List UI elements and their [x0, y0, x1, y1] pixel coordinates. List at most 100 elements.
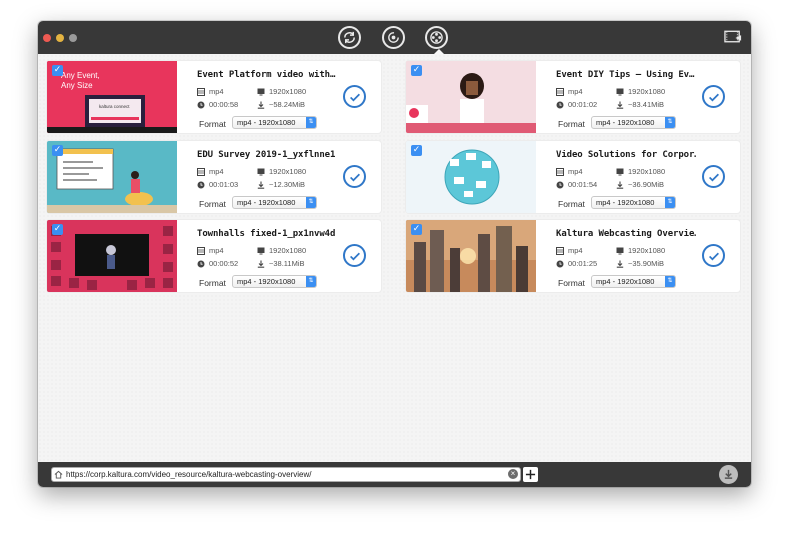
select-arrows-icon: ⇅ [306, 197, 316, 208]
video-card[interactable]: ✓ EDU Survey 2019-1_yxflnne1 mp4 1920x1080 0… [47, 141, 381, 213]
video-duration: 00:00:58 [209, 100, 239, 109]
video-duration: 00:01:02 [568, 100, 598, 109]
format-select[interactable]: mp4 - 1920x1080 ⇅ [232, 275, 317, 288]
format-select-value: mp4 - 1920x1080 [596, 277, 655, 286]
done-check-button[interactable] [343, 165, 366, 188]
format-meta: mp4 [197, 246, 224, 255]
select-checkbox[interactable]: ✓ [52, 145, 63, 156]
video-card[interactable]: ✓ Kaltura Webcasting Overvie… mp4 1920x1080… [406, 220, 740, 292]
size-meta: ~58.24MiB [257, 100, 305, 109]
video-resolution: 1920x1080 [628, 246, 666, 255]
video-title: Kaltura Webcasting Overvie… [556, 229, 696, 239]
done-check-button[interactable] [702, 85, 725, 108]
resolution-meta: 1920x1080 [257, 167, 306, 176]
app-window: Any Event, Any Size kaltura connect ✓ Event … [38, 21, 751, 487]
video-duration: 00:01:54 [568, 180, 598, 189]
checkmark-icon [708, 173, 719, 181]
video-resolution: 1920x1080 [628, 167, 666, 176]
video-card[interactable]: Any Event, Any Size kaltura connect ✓ Event … [47, 61, 381, 133]
format-label: Format [199, 199, 226, 209]
download-size-icon [616, 101, 624, 109]
format-meta: mp4 [556, 167, 583, 176]
thumb-brand: kaltura connect [99, 104, 130, 109]
download-button[interactable] [719, 465, 738, 484]
file-format-icon [556, 167, 564, 176]
url-input[interactable]: https://corp.kaltura.com/video_resource/… [51, 467, 521, 482]
select-checkbox[interactable]: ✓ [52, 224, 63, 235]
select-arrows-icon: ⇅ [665, 276, 675, 287]
format-meta: mp4 [197, 167, 224, 176]
download-size-icon [257, 260, 265, 268]
select-arrows-icon: ⇅ [665, 117, 675, 128]
file-format-icon [197, 167, 205, 176]
video-duration: 00:01:25 [568, 259, 598, 268]
file-format-icon [197, 87, 205, 96]
format-select-value: mp4 - 1920x1080 [237, 118, 296, 127]
size-meta: ~36.90MiB [616, 180, 664, 189]
file-format-icon [556, 246, 564, 255]
video-size: ~58.24MiB [269, 100, 306, 109]
format-select[interactable]: mp4 - 1920x1080 ⇅ [591, 116, 676, 129]
monitor-icon [257, 168, 265, 175]
video-thumbnail [47, 220, 177, 292]
checkmark-icon [349, 173, 360, 181]
format-meta: mp4 [556, 246, 583, 255]
download-size-icon [257, 181, 265, 189]
update-tool-button[interactable] [382, 26, 405, 49]
video-card[interactable]: ✓ Event DIY Tips – Using Ev… mp4 1920x1080 0… [406, 61, 740, 133]
resolution-meta: 1920x1080 [616, 167, 665, 176]
clock-icon [556, 260, 564, 267]
duration-meta: 00:01:25 [556, 259, 597, 268]
select-checkbox[interactable]: ✓ [52, 65, 63, 76]
video-size: ~35.90MiB [628, 259, 665, 268]
done-check-button[interactable] [343, 244, 366, 267]
select-arrows-icon: ⇅ [306, 276, 316, 287]
video-card[interactable]: ✓ Townhalls fixed-1_px1nvw4d mp4 1920x1080 0… [47, 220, 381, 292]
format-select-value: mp4 - 1920x1080 [596, 118, 655, 127]
download-size-icon [257, 101, 265, 109]
video-card[interactable]: ✓ Video Solutions for Corpor… mp4 1920x1080… [406, 141, 740, 213]
done-check-button[interactable] [343, 85, 366, 108]
clear-url-icon[interactable]: × [508, 469, 518, 479]
add-url-button[interactable] [523, 467, 538, 482]
video-resolution: 1920x1080 [269, 246, 307, 255]
format-label: Format [558, 119, 585, 129]
film-reel-tool-button[interactable] [425, 26, 448, 55]
format-label: Format [199, 278, 226, 288]
select-checkbox[interactable]: ✓ [411, 224, 422, 235]
select-checkbox[interactable]: ✓ [411, 145, 422, 156]
video-duration: 00:01:03 [209, 180, 239, 189]
format-select-value: mp4 - 1920x1080 [237, 198, 296, 207]
format-select[interactable]: mp4 - 1920x1080 ⇅ [591, 275, 676, 288]
duration-meta: 00:00:58 [197, 100, 238, 109]
format-meta: mp4 [556, 87, 583, 96]
video-duration: 00:00:52 [209, 259, 239, 268]
close-window-button[interactable] [43, 34, 51, 42]
zoom-window-button[interactable] [69, 34, 77, 42]
video-title: Event Platform video with… [197, 70, 336, 80]
monitor-icon [257, 88, 265, 95]
format-select[interactable]: mp4 - 1920x1080 ⇅ [232, 116, 317, 129]
format-select-value: mp4 - 1920x1080 [237, 277, 296, 286]
format-label: Format [199, 119, 226, 129]
download-icon [724, 469, 733, 479]
video-format: mp4 [209, 167, 224, 176]
video-title: EDU Survey 2019-1_yxflnne1 [197, 150, 336, 160]
video-format: mp4 [209, 87, 224, 96]
format-select[interactable]: mp4 - 1920x1080 ⇅ [591, 196, 676, 209]
clock-icon [197, 101, 205, 108]
select-checkbox[interactable]: ✓ [411, 65, 422, 76]
minimize-window-button[interactable] [56, 34, 64, 42]
video-size: ~36.90MiB [628, 180, 665, 189]
monitor-icon [257, 247, 265, 254]
convert-tool-button[interactable] [338, 26, 361, 49]
thumb-text-1: Any Event, [61, 71, 100, 80]
format-select[interactable]: mp4 - 1920x1080 ⇅ [232, 196, 317, 209]
video-format: mp4 [568, 167, 583, 176]
done-check-button[interactable] [702, 165, 725, 188]
resolution-meta: 1920x1080 [257, 246, 306, 255]
video-title: Event DIY Tips – Using Ev… [556, 70, 695, 80]
done-check-button[interactable] [702, 244, 725, 267]
download-size-icon [616, 181, 624, 189]
screen-film-icon[interactable] [724, 29, 743, 45]
